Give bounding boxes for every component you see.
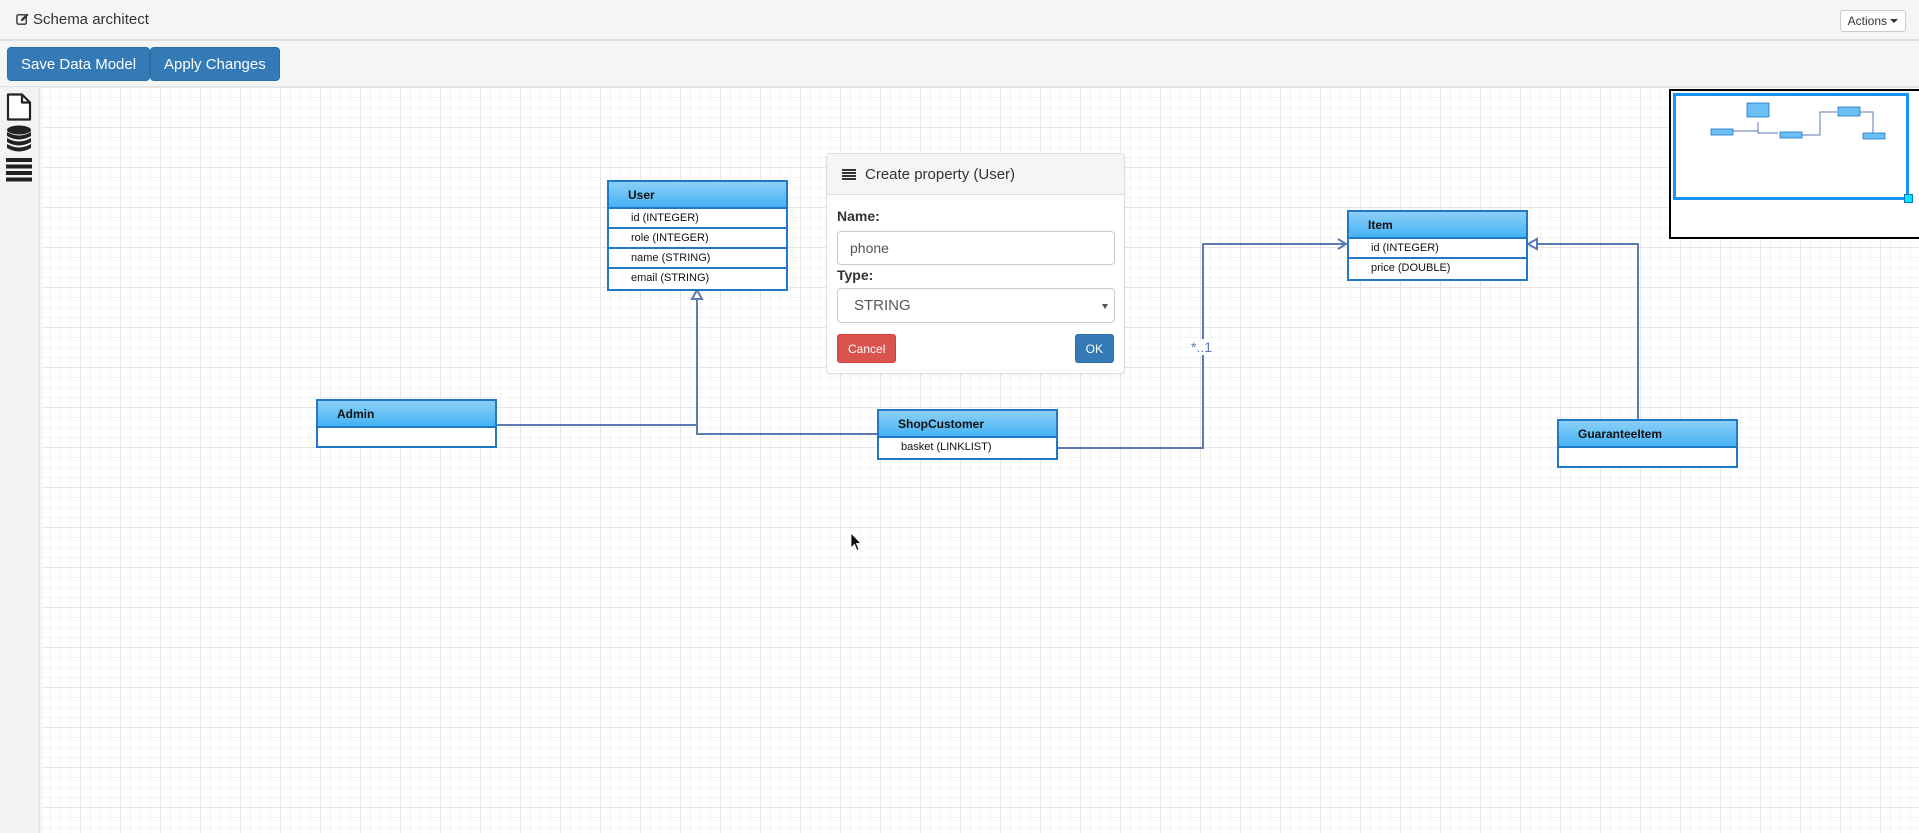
empty-properties [1559,448,1736,466]
dialog-title: Create property (User) [865,165,1016,183]
app-title: Schema architect [16,11,149,28]
link-guaranteeitem-item [1530,243,1639,420]
entity-title: Item [1349,212,1526,239]
entity-user[interactable]: User id (INTEGER) role (INTEGER) name (S… [607,180,788,291]
type-label: Type: [837,267,874,283]
cancel-button[interactable]: Cancel [837,334,897,363]
selected-type: STRING [854,297,911,314]
mouse-pointer-icon [850,532,862,552]
entity-guaranteeitem[interactable]: GuaranteeItem [1557,419,1738,468]
entity-shopcustomer[interactable]: ShopCustomer basket (LINKLIST) [877,409,1058,460]
top-bar: Schema architect Actions [0,0,1919,41]
inheritance-arrow-icon [690,287,704,300]
property-row[interactable]: price (DOUBLE) [1349,259,1526,279]
tool-sidebar [0,87,40,833]
dialog-header: Create property (User) [827,154,1124,195]
database-icon[interactable] [6,125,32,154]
association-arrow-icon [1337,238,1348,250]
apply-changes-button[interactable]: Apply Changes [150,47,280,81]
empty-properties [318,428,495,446]
actions-dropdown-button[interactable]: Actions [1839,10,1906,32]
minimap[interactable] [1669,89,1919,239]
caret-down-icon [1890,19,1898,23]
create-property-dialog: Create property (User) Name: Type: STRIN… [826,153,1125,374]
multiplicity-label: *..1 [1190,339,1214,355]
minimap-resize-handle[interactable] [1904,194,1913,203]
property-row[interactable]: name (STRING) [609,249,786,269]
property-row[interactable]: id (INTEGER) [1349,239,1526,259]
entity-item[interactable]: Item id (INTEGER) price (DOUBLE) [1347,210,1528,281]
property-type-select[interactable]: STRING [837,288,1115,323]
save-data-model-button[interactable]: Save Data Model [7,47,151,81]
property-row[interactable]: basket (LINKLIST) [879,438,1056,458]
ok-button[interactable]: OK [1074,334,1114,363]
list-icon[interactable] [6,158,32,182]
entity-title: Admin [318,401,495,428]
link-admin-user [497,292,698,426]
property-name-input[interactable] [837,231,1115,265]
entity-title: GuaranteeItem [1559,421,1736,448]
entity-title: ShopCustomer [879,411,1056,438]
inheritance-arrow-icon [1525,237,1538,251]
entity-admin[interactable]: Admin [316,399,497,448]
toolbar: Save Data Model Apply Changes [0,41,1919,87]
property-row[interactable]: id (INTEGER) [609,209,786,229]
name-label: Name: [837,208,880,224]
property-row[interactable]: role (INTEGER) [609,229,786,249]
edit-icon [16,13,29,25]
actions-label: Actions [1847,14,1887,28]
property-row[interactable]: email (STRING) [609,269,786,289]
entity-title: User [609,182,786,209]
file-icon[interactable] [6,93,32,121]
app-title-text: Schema architect [33,11,149,28]
dropdown-arrow-icon [1102,304,1108,309]
minimap-viewport[interactable] [1673,93,1909,200]
list-icon [842,168,856,180]
